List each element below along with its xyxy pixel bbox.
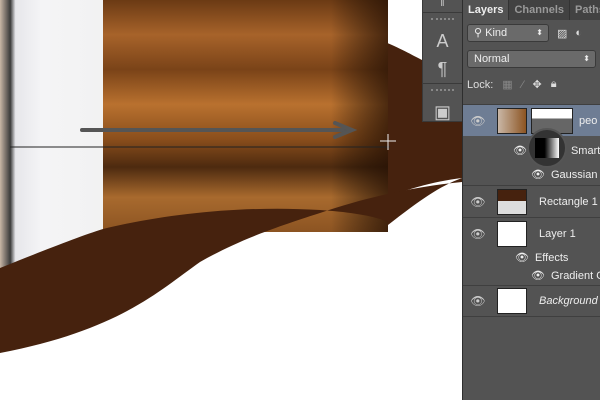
eye-icon[interactable]: 👁︎ [463,195,493,209]
tab-paths[interactable]: Paths [570,0,600,20]
image-filter-icon[interactable]: ▨ [557,27,567,40]
lock-position-icon[interactable]: ✥ [533,78,542,91]
layer-row-layer-1[interactable]: 👁︎ Layer 1 [463,217,600,249]
blend-mode-value: Normal [474,53,510,65]
effects-label: Effects [534,251,569,264]
eye-icon[interactable]: 👁︎ [531,269,545,282]
lock-label: Lock: [467,78,494,91]
eye-icon[interactable]: 👁︎ [463,294,493,308]
collapse-icon[interactable]: ‖ [423,0,462,12]
effect-label: Gradient Ov [550,269,600,282]
layer-thumbnail [497,220,527,247]
canvas-artwork [0,0,462,353]
magnifier-loupe [527,128,567,168]
eye-icon[interactable]: 👁︎ [515,251,529,264]
layer-name[interactable]: peo [579,115,597,127]
effects-row[interactable]: 👁︎ Effects [515,251,569,265]
layer-thumbnail [497,107,527,134]
document-canvas[interactable]: ‖ A ¶ ▣ [0,0,462,400]
filter-kind-select[interactable]: ⚲ Kind ⬍ [467,24,549,42]
search-icon: ⚲ [474,27,486,39]
tool-strip: ‖ A ¶ ▣ [422,0,462,122]
layer-comps-icon[interactable]: ▣ [423,98,462,126]
eye-icon[interactable]: 👁︎ [463,227,493,241]
tab-channels[interactable]: Channels [509,0,570,20]
layer-row-peo[interactable]: 👁︎ peo [463,104,600,136]
lock-all-icon[interactable]: 🔒︎ [551,78,557,91]
layer-name[interactable]: Rectangle 1 [539,196,598,208]
blend-mode-select[interactable]: Normal ⬍ [467,50,596,68]
gradient-overlay-row[interactable]: 👁︎ Gradient Ov [531,269,600,283]
lock-paint-icon[interactable]: ⁄ [522,79,524,91]
filter-label: Gaussian Blu [550,168,600,181]
adjustment-filter-icon[interactable]: ◐ [575,27,582,39]
filter-value: Kind [485,27,508,39]
layer-thumbnail [497,288,527,314]
window-photo [0,0,103,270]
layer-row-background[interactable]: 👁︎ Background [463,285,600,317]
wood-shadow [103,0,388,232]
eye-icon[interactable]: 👁︎ [463,114,493,128]
tab-layers[interactable]: Layers [463,0,510,20]
gaussian-blur-row[interactable]: 👁︎ Gaussian Blu [531,168,600,182]
character-panel-icon[interactable]: A [423,27,462,55]
eye-icon[interactable]: 👁︎ [513,144,527,157]
layer-name[interactable]: Layer 1 [539,228,576,240]
lock-transparency-icon[interactable]: ▦ [502,78,512,91]
layer-row-rectangle-1[interactable]: 👁︎ Rectangle 1 [463,185,600,217]
paragraph-panel-icon[interactable]: ¶ [423,55,462,83]
smart-filter-label: Smart F [570,144,600,157]
layers-panel: Layers Channels Paths ⚲ Kind⬍ ▨ ◐ Normal… [462,0,600,400]
layer-thumbnail [497,188,527,215]
layer-name[interactable]: Background [539,295,598,307]
eye-icon[interactable]: 👁︎ [531,168,545,181]
